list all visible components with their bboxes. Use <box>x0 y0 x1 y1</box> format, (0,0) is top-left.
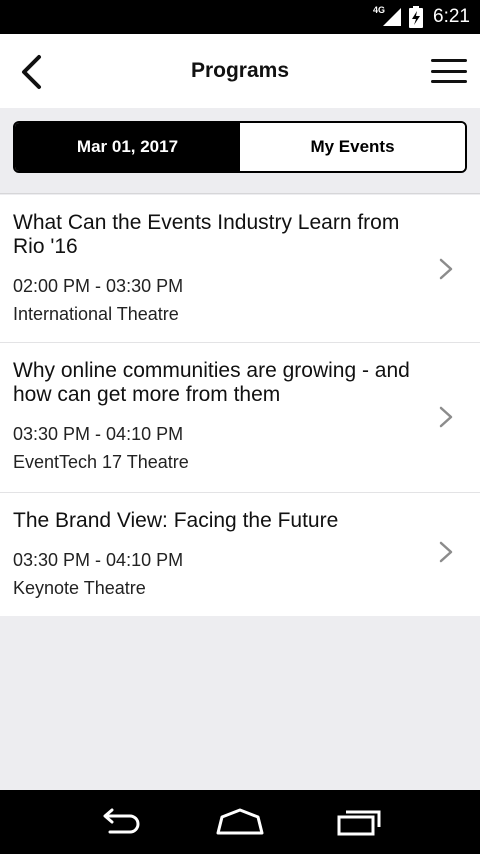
status-time: 6:21 <box>433 6 470 27</box>
chevron-right-icon <box>439 406 453 428</box>
back-arrow-icon <box>103 808 140 834</box>
event-title: Why online communities are growing - and… <box>13 359 410 406</box>
tab-my-events[interactable]: My Events <box>240 123 465 171</box>
event-list: What Can the Events Industry Learn from … <box>0 195 480 616</box>
hamburger-menu-icon <box>431 59 467 62</box>
tab-date[interactable]: Mar 01, 2017 <box>15 123 240 171</box>
recents-icon <box>337 810 381 836</box>
page-title: Programs <box>190 59 290 82</box>
system-nav-bar <box>0 790 480 854</box>
chevron-right-icon <box>439 258 453 280</box>
list-item[interactable]: What Can the Events Industry Learn from … <box>0 195 480 343</box>
list-item[interactable]: Why online communities are growing - and… <box>0 343 480 493</box>
app-header: Programs <box>0 34 480 108</box>
status-bar: 4G 6:21 <box>0 0 480 34</box>
nav-recents-button[interactable] <box>332 802 388 842</box>
event-time: 02:00 PM - 03:30 PM <box>13 276 184 296</box>
event-location: International Theatre <box>13 304 179 324</box>
nav-home-button[interactable] <box>212 802 268 842</box>
event-location: EventTech 17 Theatre <box>13 452 189 472</box>
chevron-left-icon <box>22 55 41 89</box>
list-item[interactable]: The Brand View: Facing the Future 03:30 … <box>0 493 480 616</box>
menu-button[interactable] <box>430 56 468 86</box>
event-title: The Brand View: Facing the Future <box>13 509 339 532</box>
battery-icon <box>409 6 424 28</box>
event-time: 03:30 PM - 04:10 PM <box>13 550 184 570</box>
event-title: What Can the Events Industry Learn from … <box>13 211 400 258</box>
home-icon <box>216 808 264 835</box>
chevron-right-icon <box>439 541 453 563</box>
nav-back-button[interactable] <box>92 802 148 842</box>
segmented-control: Mar 01, 2017 My Events <box>13 121 467 173</box>
back-button[interactable] <box>14 52 48 92</box>
event-time: 03:30 PM - 04:10 PM <box>13 424 184 444</box>
network-type: 4G <box>373 5 386 15</box>
tab-bar-container: Mar 01, 2017 My Events <box>0 108 480 194</box>
event-location: Keynote Theatre <box>13 578 146 598</box>
